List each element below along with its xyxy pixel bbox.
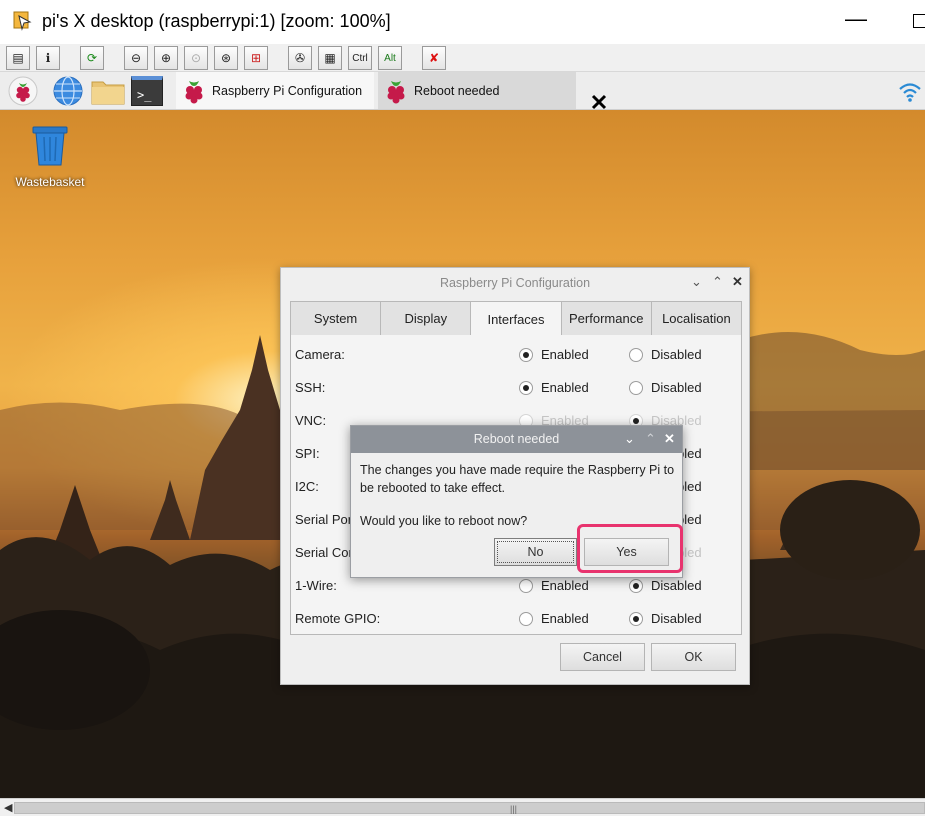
interface-row-camera: Camera: Enabled Disabled xyxy=(291,342,741,368)
wifi-icon[interactable] xyxy=(897,78,923,104)
fullscreen-icon[interactable]: ⊞ xyxy=(244,46,268,70)
interface-name: 1-Wire: xyxy=(295,578,337,593)
wastebasket-label: Wastebasket xyxy=(15,175,85,189)
vnc-title-bar: pi's X desktop (raspberrypi:1) [zoom: 10… xyxy=(0,0,925,44)
raspberry-icon xyxy=(387,80,405,103)
minimize-icon[interactable]: — xyxy=(845,6,867,32)
radio-enabled[interactable]: Enabled xyxy=(519,578,589,593)
chevron-down-icon[interactable]: ⌄ xyxy=(624,431,635,447)
wastebasket-desktop-icon[interactable]: Wastebasket xyxy=(10,124,90,189)
no-button[interactable]: No xyxy=(494,538,577,566)
task-label: Raspberry Pi Configuration xyxy=(212,83,363,98)
interface-name: I2C: xyxy=(295,479,319,494)
chevron-up-icon[interactable]: ⌃ xyxy=(712,274,723,290)
tab-localisation[interactable]: Localisation xyxy=(651,301,743,336)
options-icon[interactable]: ▤ xyxy=(6,46,30,70)
interface-name: SSH: xyxy=(295,380,326,395)
radio-disabled[interactable]: Disabled xyxy=(629,578,702,593)
maximize-icon[interactable] xyxy=(913,14,925,28)
close-icon[interactable]: ✕ xyxy=(664,431,675,447)
zoom-out-icon[interactable]: ⊖ xyxy=(124,46,148,70)
app-icon xyxy=(13,11,32,31)
refresh-icon[interactable]: ⟳ xyxy=(80,46,104,70)
scroll-grip: ||| xyxy=(510,804,518,814)
mouse-cursor-icon xyxy=(591,94,607,110)
file-manager-icon[interactable] xyxy=(90,76,126,106)
web-browser-icon[interactable] xyxy=(53,76,83,106)
radio-enabled[interactable]: Enabled xyxy=(519,347,589,362)
window-title: pi's X desktop (raspberrypi:1) [zoom: 10… xyxy=(42,11,391,31)
ctrl-key-button[interactable]: Ctrl xyxy=(348,46,372,70)
zoom-in-icon[interactable]: ⊕ xyxy=(154,46,178,70)
cancel-button[interactable]: Cancel xyxy=(560,643,645,671)
tab-performance[interactable]: Performance xyxy=(561,301,652,336)
interface-name: SPI: xyxy=(295,446,320,461)
send-keys-icon[interactable]: ▦ xyxy=(318,46,342,70)
tab-bar: System Display Interfaces Performance Lo… xyxy=(290,301,743,336)
alt-key-button[interactable]: Alt xyxy=(378,46,402,70)
task-label: Reboot needed xyxy=(414,83,500,98)
task-raspberry-pi-configuration[interactable]: Raspberry Pi Configuration xyxy=(176,72,374,109)
raspberry-menu-icon[interactable] xyxy=(8,76,38,106)
reboot-message: The changes you have made require the Ra… xyxy=(360,463,675,495)
radio-enabled[interactable]: Enabled xyxy=(519,380,589,395)
send-ctrl-alt-del-icon[interactable]: ✇ xyxy=(288,46,312,70)
pi-taskbar: >_ Raspberry Pi Configuration Reboot nee… xyxy=(0,72,925,110)
zoom-100-icon[interactable]: ⊛ xyxy=(214,46,238,70)
tab-interfaces[interactable]: Interfaces xyxy=(471,301,562,336)
ok-button[interactable]: OK xyxy=(651,643,736,671)
vnc-toolbar: ▤ ℹ ⟳ ⊖ ⊕ ⊙ ⊛ ⊞ ✇ ▦ Ctrl Alt ✘ xyxy=(0,44,925,72)
zoom-reset-icon[interactable]: ⊙ xyxy=(184,46,208,70)
radio-disabled[interactable]: Disabled xyxy=(629,347,702,362)
disconnect-icon[interactable]: ✘ xyxy=(422,46,446,70)
chevron-down-icon[interactable]: ⌄ xyxy=(691,274,702,290)
radio-enabled[interactable]: Enabled xyxy=(519,611,589,626)
radio-disabled[interactable]: Disabled xyxy=(629,380,702,395)
chevron-up-icon[interactable]: ⌃ xyxy=(645,431,656,447)
yes-button-highlight xyxy=(577,524,683,573)
interface-name: VNC: xyxy=(295,413,327,428)
radio-disabled[interactable]: Disabled xyxy=(629,611,702,626)
wastebasket-icon xyxy=(32,126,68,166)
scroll-thumb[interactable]: ||| xyxy=(14,802,925,814)
interface-name: Remote GPIO: xyxy=(295,611,381,626)
raspberry-icon xyxy=(185,80,203,103)
interface-row-ssh: SSH: Enabled Disabled xyxy=(291,375,741,401)
tab-display[interactable]: Display xyxy=(381,301,472,336)
horizontal-scrollbar[interactable]: ◀ ||| xyxy=(0,798,925,816)
interface-row-remote-gpio: Remote GPIO: Enabled Disabled xyxy=(291,606,741,632)
info-icon[interactable]: ℹ xyxy=(36,46,60,70)
config-window-title: Raspberry Pi Configuration xyxy=(439,276,591,290)
task-reboot-needed[interactable]: Reboot needed xyxy=(378,72,576,109)
scroll-left-icon[interactable]: ◀ xyxy=(4,801,12,814)
reboot-question: Would you like to reboot now? xyxy=(360,514,528,528)
interface-name: Camera: xyxy=(295,347,345,362)
tab-system[interactable]: System xyxy=(290,301,382,336)
close-icon[interactable]: ✕ xyxy=(732,274,743,290)
terminal-icon[interactable]: >_ xyxy=(131,76,163,106)
